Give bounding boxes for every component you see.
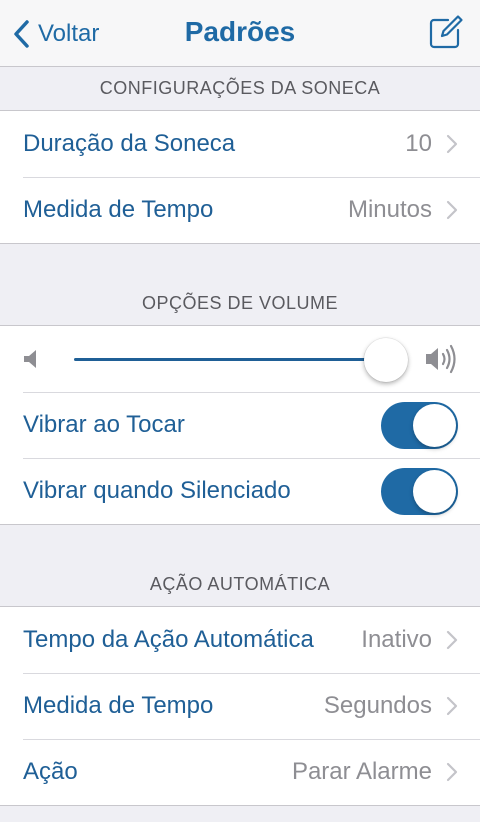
chevron-right-icon	[446, 200, 458, 220]
row-label: Medida de Tempo	[23, 196, 214, 223]
row-label: Vibrar ao Tocar	[23, 411, 185, 438]
vibrate-on-ring-toggle[interactable]	[381, 401, 458, 449]
volume-low-icon	[24, 350, 36, 368]
row-value: Minutos	[347, 196, 432, 223]
auto-action-time-unit-row[interactable]: Medida de Tempo Segundos	[0, 673, 480, 739]
snooze-settings-group: Duração da Soneca 10 Medida de Tempo Min…	[0, 110, 480, 244]
page-title: Padrões	[184, 16, 296, 47]
chevron-right-icon	[446, 630, 458, 650]
compose-icon[interactable]	[428, 14, 464, 50]
section-header-auto-action: AÇÃO AUTOMÁTICA	[149, 574, 331, 594]
row-value: Parar Alarme	[291, 758, 432, 785]
volume-options-group: Vibrar ao Tocar Vibrar quando Silenciado	[0, 325, 480, 525]
row-label: Tempo da Ação Automática	[23, 626, 314, 653]
volume-slider-knob[interactable]	[364, 338, 408, 382]
vibrate-when-silenced-toggle[interactable]	[381, 467, 458, 515]
volume-slider-row	[0, 326, 480, 392]
row-value: 10	[405, 130, 432, 157]
section-header-volume: OPÇÕES DE VOLUME	[141, 293, 339, 313]
auto-action-group: Tempo da Ação Automática Inativo Medida …	[0, 606, 480, 806]
row-value: Inativo	[361, 626, 432, 653]
volume-slider-track[interactable]	[74, 358, 374, 361]
auto-action-time-row[interactable]: Tempo da Ação Automática Inativo	[0, 607, 480, 673]
row-label: Vibrar quando Silenciado	[23, 477, 291, 504]
chevron-right-icon	[446, 696, 458, 716]
section-header-snooze: CONFIGURAÇÕES DA SONECA	[99, 78, 381, 98]
row-label: Duração da Soneca	[23, 130, 236, 157]
vibrate-when-silenced-row: Vibrar quando Silenciado	[0, 458, 480, 524]
row-value: Segundos	[323, 692, 432, 719]
navigation-bar: Voltar Padrões	[0, 0, 480, 67]
chevron-right-icon	[446, 762, 458, 782]
vibrate-on-ring-row: Vibrar ao Tocar	[0, 392, 480, 458]
volume-high-icon	[426, 344, 456, 374]
auto-action-action-row[interactable]: Ação Parar Alarme	[0, 739, 480, 805]
snooze-duration-row[interactable]: Duração da Soneca 10	[0, 111, 480, 177]
toggle-thumb	[413, 469, 456, 513]
chevron-right-icon	[446, 134, 458, 154]
toggle-thumb	[413, 403, 456, 447]
row-label: Medida de Tempo	[23, 692, 214, 719]
snooze-time-unit-row[interactable]: Medida de Tempo Minutos	[0, 177, 480, 243]
row-label: Ação	[23, 758, 78, 785]
